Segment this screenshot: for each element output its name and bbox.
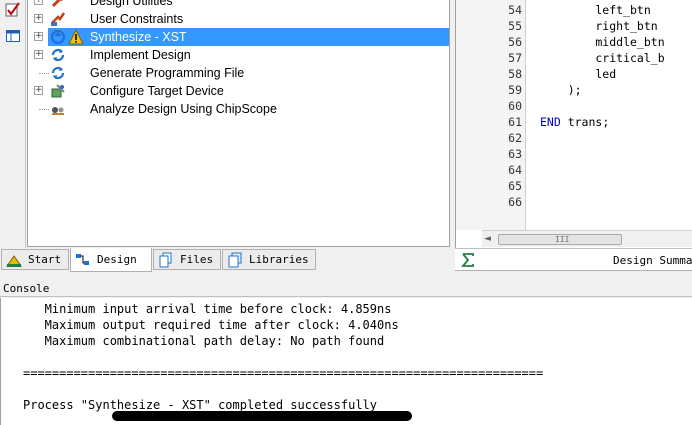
sigma-icon [461, 253, 474, 267]
tree-item[interactable]: + User Constraints [28, 10, 449, 28]
tree-item[interactable]: + Configure Target Device [28, 82, 449, 100]
line-number: 60 [508, 99, 522, 113]
code-line: left_btn [540, 3, 651, 17]
line-number: 66 [508, 195, 522, 209]
console-line: Maximum combinational path delay: No pat… [23, 334, 385, 348]
tab-label: Libraries [249, 253, 309, 266]
line-number: 54 [508, 3, 522, 17]
tree-item-label: Synthesize - XST [90, 30, 187, 44]
start-icon [6, 252, 22, 268]
tree-item[interactable]: + Design Utilities [28, 0, 449, 10]
files-icon [158, 252, 174, 268]
console-line: Maximum output required time after clock… [23, 318, 399, 332]
line-number: 57 [508, 51, 522, 65]
tree-item-label: Configure Target Device [90, 84, 224, 98]
code-line: clk [540, 0, 616, 1]
tree-item-label: Implement Design [90, 48, 191, 62]
expand-icon[interactable]: + [34, 50, 43, 59]
right-tab-bar: Design Summar [455, 248, 692, 272]
expand-icon[interactable]: + [34, 14, 43, 23]
code-line: middle_btn [540, 35, 665, 49]
left-toolbar [0, 0, 26, 248]
line-number: 56 [508, 35, 522, 49]
libraries-icon [227, 252, 243, 268]
line-number: 53 [486, 0, 522, 1]
tree-connector [39, 109, 49, 110]
code-line: right_btn [540, 19, 658, 33]
tab-design[interactable]: Design [70, 248, 152, 272]
redaction-mark [112, 411, 412, 421]
tab-label: Files [180, 253, 214, 266]
line-number: 64 [508, 163, 522, 177]
code-line: ); [540, 83, 582, 97]
tree-item-label: Design Utilities [90, 0, 173, 8]
line-number: 55 [508, 19, 522, 33]
line-number-gutter: 53 54 55 56 57 58 59 60 61 62 63 64 65 66 [456, 0, 526, 230]
tab-label: Design [97, 253, 137, 266]
console-line: ========================================… [23, 366, 544, 380]
console-line: Minimum input arrival time before clock:… [23, 302, 392, 316]
line-number: 65 [508, 179, 522, 193]
chipscope-icon [50, 101, 66, 117]
tree-item[interactable]: Generate Programming File [28, 64, 449, 82]
line-number: 58 [508, 67, 522, 81]
tab-label: Design Summar [613, 254, 692, 267]
line-number: 61 [508, 115, 522, 129]
refresh-icon [50, 47, 66, 63]
tab-design-summary[interactable]: Design Summar [455, 249, 692, 271]
console-title: Console [3, 282, 50, 295]
tab-files[interactable]: Files [153, 249, 221, 270]
expand-icon[interactable]: + [34, 0, 43, 5]
design-icon [75, 252, 91, 268]
expand-icon[interactable]: + [34, 86, 43, 95]
tree-item-label: Generate Programming File [90, 66, 245, 80]
code-line: critical_b [540, 51, 665, 65]
console-header: Console [0, 279, 692, 297]
tab-label: Start [28, 253, 62, 266]
code-line: led [540, 67, 617, 81]
code-token: trans; [560, 115, 610, 129]
refresh-icon [50, 65, 66, 81]
tab-libraries[interactable]: Libraries [222, 249, 316, 270]
line-number: 63 [508, 147, 522, 161]
configure-icon [50, 83, 66, 99]
scroll-thumb[interactable]: III [498, 234, 622, 245]
constraints-icon [50, 11, 66, 27]
keyword-token: END [540, 115, 561, 129]
tab-start[interactable]: Start [1, 249, 69, 270]
scroll-grip: III [555, 235, 570, 244]
tree-item[interactable]: + Synthesize - XST [28, 28, 449, 46]
console-output[interactable]: Minimum input arrival time before clock:… [0, 298, 692, 425]
left-tab-bar: Start Design Files Libraries [0, 248, 450, 272]
line-number: 59 [508, 83, 522, 97]
tree-item-label: Analyze Design Using ChipScope [90, 102, 277, 116]
horizontal-scrollbar[interactable]: ◄ III [482, 230, 692, 247]
console-line: Process "Synthesize - XST" completed suc… [23, 398, 378, 412]
line-number: 62 [508, 131, 522, 145]
tree-item[interactable]: + Implement Design [28, 46, 449, 64]
expand-icon[interactable]: + [34, 32, 43, 41]
check-syntax-icon[interactable] [3, 0, 23, 20]
tree-item-label: User Constraints [90, 12, 184, 26]
process-tree: + Design Utilities + User Constraints + Synth… [27, 0, 450, 247]
synthesize-icon [50, 29, 66, 45]
warning-icon [68, 28, 84, 45]
panel-layout-icon[interactable] [3, 26, 23, 46]
tree-connector [39, 73, 49, 74]
code-line: END trans; [540, 115, 609, 129]
tree-item[interactable]: Analyze Design Using ChipScope [28, 100, 449, 118]
scroll-left-icon[interactable]: ◄ [484, 234, 491, 244]
tools-icon [50, 0, 66, 9]
code-editor[interactable]: 53 54 55 56 57 58 59 60 61 62 63 64 65 66 clk left_bt… [455, 0, 692, 248]
